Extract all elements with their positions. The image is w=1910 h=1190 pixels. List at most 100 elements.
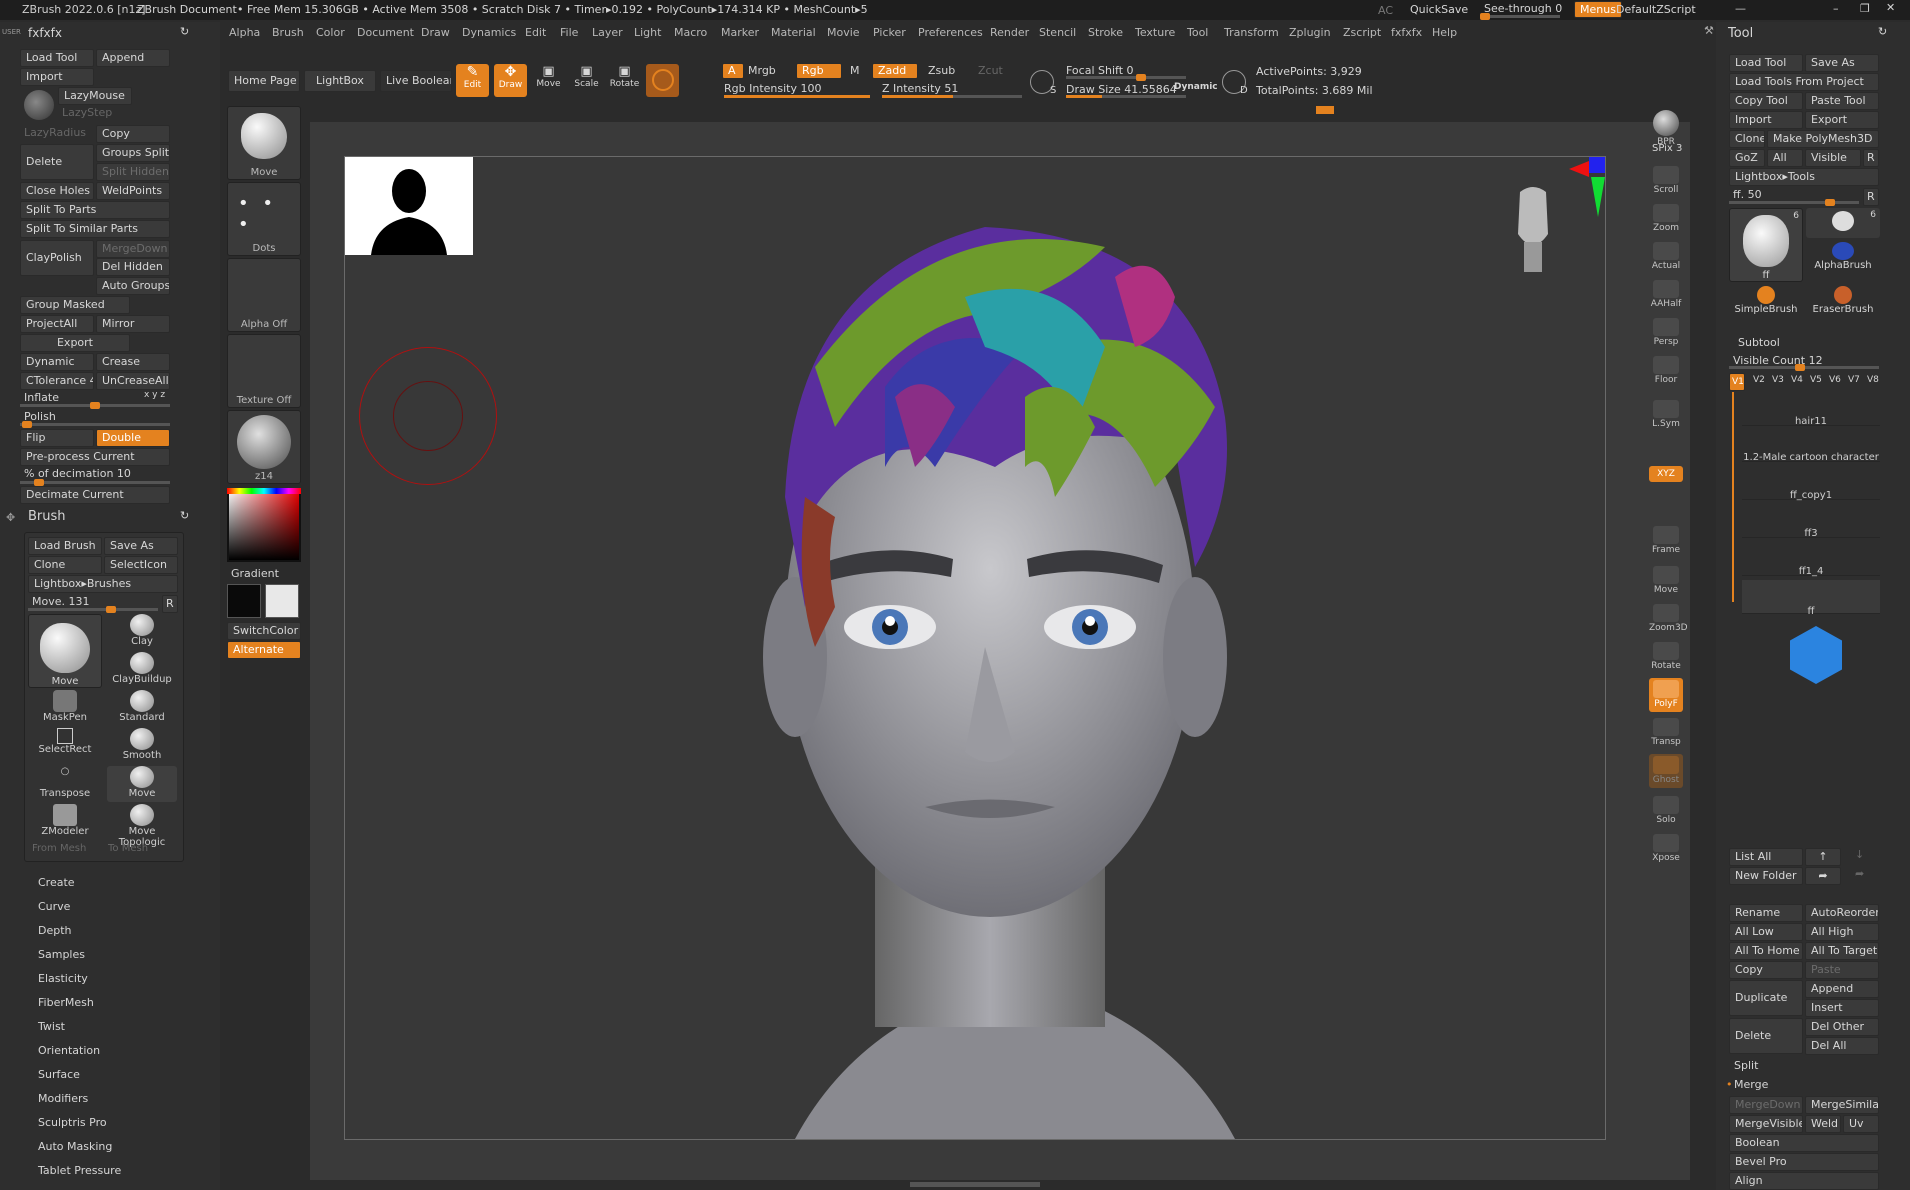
brush-track[interactable] [28, 606, 158, 613]
draw-size-track[interactable] [1066, 95, 1186, 98]
section-modifiers[interactable]: Modifiers [38, 1092, 88, 1105]
tool-slider[interactable]: ff. 50 [1733, 188, 1762, 201]
copy-button[interactable]: Copy [96, 125, 170, 143]
subtool-row-ffcopy1[interactable]: ff_copy1 [1742, 466, 1880, 501]
bevel-pro-section[interactable]: Bevel Pro [1729, 1153, 1879, 1171]
brush-slider[interactable]: Move. 131 [32, 595, 90, 608]
save-brush-button[interactable]: Save As [104, 537, 178, 555]
aahalf-button[interactable]: AAHalf [1649, 278, 1683, 312]
subtool-row-male[interactable]: 1.2-Male cartoon character [1742, 428, 1880, 463]
decimate-current-button[interactable]: Decimate Current [20, 486, 170, 504]
draw-mode-button[interactable]: ✥ Draw [494, 64, 527, 97]
lazyradius-slider[interactable]: LazyRadius [24, 126, 86, 139]
mergevisible-button[interactable]: MergeVisible [1729, 1115, 1803, 1133]
polish-track[interactable] [20, 421, 170, 428]
axis-gizmo[interactable] [1525, 157, 1607, 217]
menu-movie[interactable]: Movie [827, 26, 860, 39]
auto-groups-button[interactable]: Auto Groups [96, 277, 170, 295]
simplebrush-tool[interactable]: SimpleBrush [1729, 284, 1803, 320]
all-low-button[interactable]: All Low [1729, 923, 1803, 941]
del-other-button[interactable]: Del Other [1805, 1018, 1879, 1036]
crease-button[interactable]: Crease [96, 353, 170, 371]
brush-reset-button[interactable]: R [162, 595, 178, 613]
alpha-off-shelf[interactable]: Alpha Off [227, 258, 301, 332]
stroke-dots-shelf[interactable]: • • • Dots [227, 182, 301, 256]
floor-button[interactable]: Floor [1649, 354, 1683, 388]
lightbox-button[interactable]: LightBox [304, 70, 376, 92]
import-button[interactable]: Import [20, 68, 94, 86]
see-through-slider[interactable]: See-through 0 [1484, 2, 1562, 15]
goz-button[interactable]: GoZ [1729, 149, 1765, 167]
load-tools-from-project-button[interactable]: Load Tools From Project [1729, 73, 1879, 91]
current-tool-thumbnail[interactable]: 6 ff [1729, 208, 1803, 282]
home-page-button[interactable]: Home Page [228, 70, 300, 92]
tool-ff-thumb[interactable]: 6 [1806, 208, 1880, 238]
ghost-button[interactable]: Ghost [1649, 754, 1683, 788]
move-up-icon[interactable]: ↑ [1805, 848, 1841, 866]
dynamic-toggle[interactable]: Dynamic [1174, 82, 1218, 92]
mrgb-toggle[interactable]: Mrgb [748, 64, 776, 77]
export-button[interactable]: Export [20, 334, 130, 352]
subtool-title[interactable]: Subtool [1738, 336, 1780, 349]
minimize-icon[interactable]: — [1735, 2, 1746, 15]
actual-button[interactable]: Actual [1649, 240, 1683, 274]
persp-button[interactable]: Persp [1649, 316, 1683, 350]
del-hidden-button[interactable]: Del Hidden [96, 258, 170, 276]
load-tool-button[interactable]: Load Tool [20, 49, 94, 67]
subtool-row-ff3[interactable]: ff3 [1742, 504, 1880, 539]
eraserbrush-tool[interactable]: EraserBrush [1806, 284, 1880, 320]
import-tool-button[interactable]: Import [1729, 111, 1803, 129]
minimize-window-icon[interactable]: – [1833, 2, 1839, 15]
mergesimilar-button[interactable]: MergeSimilar [1805, 1096, 1879, 1114]
focal-shift-track[interactable] [1066, 74, 1186, 81]
split-similar-button[interactable]: Split To Similar Parts [20, 220, 170, 238]
paste-subtool-button[interactable]: Paste [1805, 961, 1879, 979]
xyz-toggle[interactable]: x y z [144, 390, 165, 400]
groups-split-button[interactable]: Groups Split [96, 144, 170, 162]
all-high-button[interactable]: All High [1805, 923, 1879, 941]
material-swatch-button[interactable] [646, 64, 679, 97]
menu-transform[interactable]: Transform [1224, 26, 1279, 39]
weldpoints-button[interactable]: WeldPoints [96, 182, 170, 200]
brush-palette-title[interactable]: Brush [28, 509, 66, 524]
menu-material[interactable]: Material [771, 26, 816, 39]
rgb-intensity-track[interactable] [724, 95, 870, 98]
split-section[interactable]: Split [1734, 1059, 1758, 1072]
z-intensity-slider[interactable]: Z Intensity 51 [882, 82, 958, 95]
brush-smooth[interactable]: Smooth [107, 728, 177, 764]
ctolerance-slider[interactable]: CTolerance 45 [20, 372, 94, 390]
menu-stencil[interactable]: Stencil [1039, 26, 1076, 39]
lightbox-brushes-button[interactable]: Lightbox▸Brushes [28, 575, 178, 593]
color-picker[interactable] [227, 488, 301, 562]
visible-count-track[interactable] [1729, 364, 1879, 371]
append-button[interactable]: Append [96, 49, 170, 67]
from-mesh-button[interactable]: From Mesh [32, 843, 86, 854]
document-canvas[interactable] [344, 156, 1606, 1140]
edit-mode-button[interactable]: ✎ Edit [456, 64, 489, 97]
tool-palette-title[interactable]: Tool [1728, 26, 1753, 41]
menu-color[interactable]: Color [316, 26, 345, 39]
goz-visible-button[interactable]: Visible [1805, 149, 1861, 167]
export-tool-button[interactable]: Export [1805, 111, 1879, 129]
subtool-row-hair11[interactable]: hair11 [1742, 392, 1880, 427]
tool-r-button[interactable]: R [1863, 188, 1879, 206]
flip-button[interactable]: Flip [20, 429, 94, 447]
brush-claybuildup[interactable]: ClayBuildup [107, 652, 177, 688]
zadd-toggle[interactable]: Zadd [872, 63, 918, 79]
gradient-label[interactable]: Gradient [231, 567, 279, 580]
main-color-swatch[interactable] [227, 584, 261, 618]
list-all-button[interactable]: List All [1729, 848, 1803, 866]
mirror-button[interactable]: Mirror [96, 315, 170, 333]
copy-tool-button[interactable]: Copy Tool [1729, 92, 1803, 110]
move-mode-button[interactable]: ▣ Move [532, 64, 565, 97]
decimation-track[interactable] [20, 479, 170, 486]
menu-fxfxfx[interactable]: fxfxfx [1391, 26, 1422, 39]
menu-zplugin[interactable]: Zplugin [1289, 26, 1331, 39]
move-down-icon[interactable]: ↓ [1855, 848, 1864, 861]
new-folder-button[interactable]: New Folder [1729, 867, 1803, 885]
move-view-button[interactable]: Move [1649, 564, 1683, 598]
menu-draw[interactable]: Draw [421, 26, 450, 39]
split-to-parts-button[interactable]: Split To Parts [20, 201, 170, 219]
lazymouse-icon[interactable] [24, 90, 54, 120]
to-mesh-button[interactable]: To Mesh [108, 843, 148, 854]
